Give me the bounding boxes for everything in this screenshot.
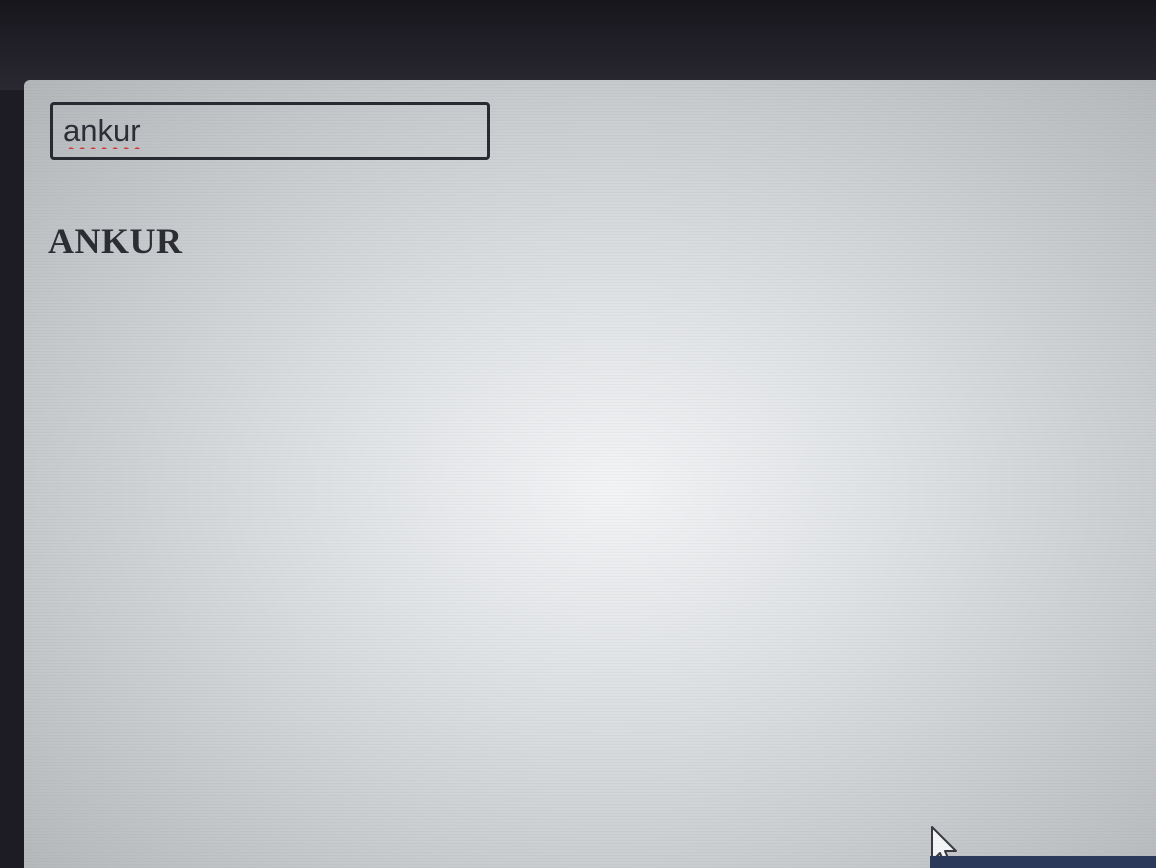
monitor-bezel	[0, 0, 1156, 90]
taskbar-edge	[930, 856, 1156, 868]
text-input[interactable]	[50, 102, 490, 160]
output-heading: ANKUR	[48, 221, 183, 261]
browser-viewport: ANKUR	[24, 80, 1156, 868]
